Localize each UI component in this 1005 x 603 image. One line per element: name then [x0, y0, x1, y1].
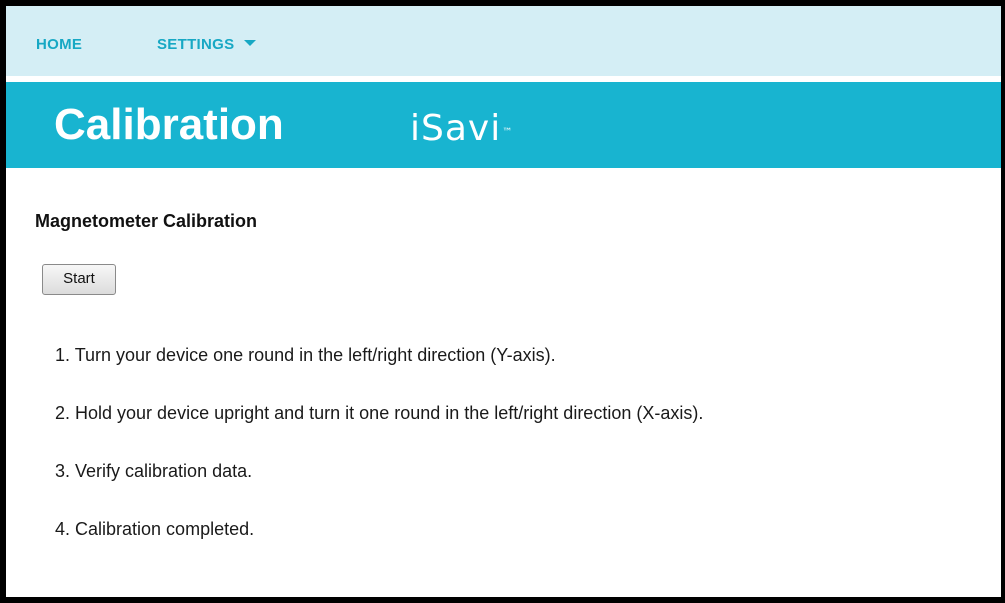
nav-settings-menu[interactable]: SETTINGS: [157, 36, 257, 53]
page-banner: Calibration iSavi™: [6, 82, 1001, 168]
nav-home-link[interactable]: HOME: [36, 36, 82, 53]
top-nav-bar: HOME SETTINGS: [6, 6, 1001, 76]
trademark-mark: ™: [502, 127, 514, 138]
step-item: 3. Verify calibration data.: [55, 461, 253, 481]
section-title: Magnetometer Calibration: [35, 211, 258, 231]
step-item: 4. Calibration completed.: [55, 519, 255, 539]
logo-text: iSavi: [410, 108, 502, 149]
isavi-logo: iSavi™: [410, 104, 513, 154]
step-item: 1. Turn your device one round in the lef…: [55, 345, 556, 365]
chevron-down-icon: [244, 40, 257, 47]
step-item: 2. Hold your device upright and turn it …: [55, 403, 704, 423]
app-window: HOME SETTINGS Calibration iSavi™ Magneto…: [0, 0, 1005, 603]
start-button[interactable]: Start: [42, 264, 116, 295]
nav-settings-label: SETTINGS: [157, 36, 235, 53]
calibration-steps-list: 1. Turn your device one round in the lef…: [55, 343, 703, 575]
page-title: Calibration: [54, 100, 284, 149]
